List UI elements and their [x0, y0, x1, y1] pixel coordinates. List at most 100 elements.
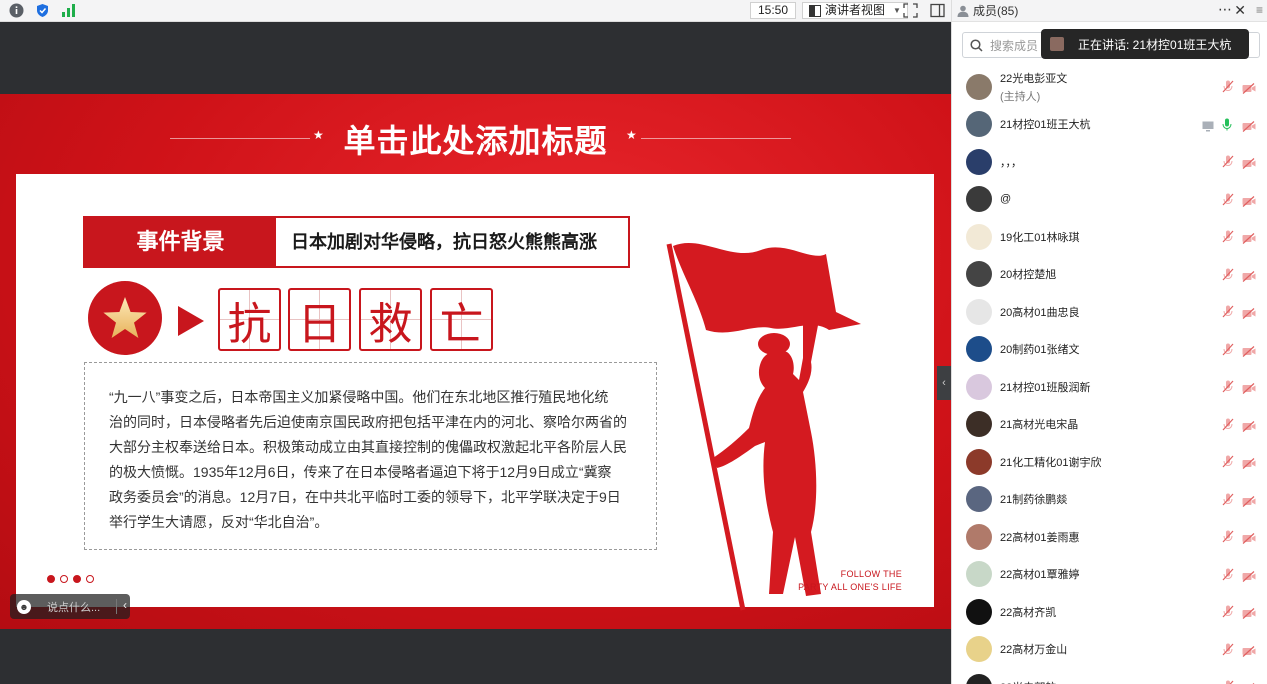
slide-title[interactable]: 单击此处添加标题 [0, 116, 951, 162]
member-row[interactable]: 22高材齐凯 [952, 593, 1267, 631]
emoji-icon[interactable]: ☻ [17, 599, 31, 614]
chevron-left-icon: ‹ [942, 377, 946, 389]
avatar [966, 448, 992, 475]
member-name-text: 21高材光电宋晶 [1000, 419, 1079, 432]
member-name-text: 22高材01姜雨惠 [1000, 531, 1080, 544]
signal-strength-icon[interactable] [61, 3, 76, 18]
pagination-dot[interactable] [60, 575, 68, 583]
pagination-dot[interactable] [47, 575, 55, 583]
member-name-text: 19化工01林咏琪 [1000, 231, 1080, 244]
camera-off-icon[interactable] [1242, 381, 1256, 399]
more-options-icon[interactable]: ⋯ [1218, 1, 1232, 18]
member-name: 22高材齐凯 [1000, 604, 1056, 620]
microphone-muted-icon[interactable] [1222, 155, 1234, 173]
microphone-muted-icon[interactable] [1222, 343, 1234, 361]
collapse-panel-button[interactable]: ‹ [937, 366, 951, 400]
avatar [966, 186, 992, 213]
body-line: 举行学生大请愿，反对“华北自治”。 [109, 514, 329, 530]
member-row[interactable]: 22高材01姜雨惠 [952, 518, 1267, 556]
camera-off-icon[interactable] [1242, 644, 1256, 662]
chat-input[interactable]: ☻ 说点什么... ‹ [10, 594, 130, 619]
avatar [966, 73, 992, 100]
member-row[interactable]: 22光电彭亚文 (主持人) [952, 68, 1267, 106]
member-name-text: 22高材万金山 [1000, 644, 1068, 657]
microphone-muted-icon[interactable] [1222, 530, 1234, 548]
microphone-muted-icon[interactable] [1222, 380, 1234, 398]
sidebar-toggle-icon[interactable] [930, 3, 945, 18]
microphone-on-icon[interactable] [1222, 118, 1232, 136]
camera-off-icon[interactable] [1242, 569, 1256, 587]
microphone-muted-icon[interactable] [1222, 268, 1234, 286]
member-list: 22光电彭亚文 (主持人) 21材控01班王大杭 ，，， @19化工01林咏琪 20材控楚… [952, 68, 1267, 684]
microphone-muted-icon[interactable] [1222, 193, 1234, 211]
camera-off-icon[interactable] [1242, 531, 1256, 549]
camera-off-icon[interactable] [1242, 156, 1256, 174]
member-row[interactable]: 21材控01班殷润新 [952, 368, 1267, 406]
member-name: 22高材01覃雅婷 [1000, 566, 1079, 582]
star-badge-icon [88, 281, 162, 355]
member-row[interactable]: 21高材光电宋晶 [952, 406, 1267, 444]
slogan-char-4: 亡 [430, 288, 493, 351]
layout-icon [809, 4, 821, 17]
member-name-text: 21材控01班殷润新 [1000, 381, 1091, 394]
view-mode-dropdown[interactable]: 演讲者视图 ▼ [802, 2, 908, 19]
member-row[interactable]: 20材控楚旭 [952, 256, 1267, 294]
body-line: “九一八”事变之后，日本帝国主义加紧侵略中国。他们在东北地区推行殖民地化统 [109, 389, 609, 405]
microphone-muted-icon[interactable] [1222, 455, 1234, 473]
camera-off-icon[interactable] [1242, 456, 1256, 474]
footer-line-1: FOLLOW THE [840, 569, 902, 579]
camera-off-icon[interactable] [1242, 494, 1256, 512]
camera-off-icon[interactable] [1242, 269, 1256, 287]
app-window: 15:50 演讲者视图 ▼ ★ 单击此处添加标题 ★ 事件背景 日本加剧对华侵略… [0, 0, 1267, 684]
member-row[interactable]: 19化工01林咏琪 [952, 218, 1267, 256]
avatar [966, 336, 992, 363]
microphone-muted-icon[interactable] [1222, 230, 1234, 248]
pagination-dot[interactable] [73, 575, 81, 583]
microphone-muted-icon[interactable] [1222, 80, 1234, 98]
camera-off-icon[interactable] [1242, 306, 1256, 324]
member-row[interactable]: 20制药01张绪文 [952, 331, 1267, 369]
microphone-muted-icon[interactable] [1222, 643, 1234, 661]
member-row[interactable]: 21化工精化01谢宇欣 [952, 443, 1267, 481]
event-background-banner: 事件背景 日本加剧对华侵略，抗日怒火熊熊高涨 [83, 216, 630, 268]
camera-off-icon[interactable] [1242, 344, 1256, 362]
member-row[interactable]: ，，， [952, 143, 1267, 181]
info-icon[interactable] [9, 3, 24, 18]
presentation-slide: ★ 单击此处添加标题 ★ 事件背景 日本加剧对华侵略，抗日怒火熊熊高涨 抗 日 [0, 94, 951, 629]
microphone-muted-icon[interactable] [1222, 680, 1234, 684]
member-row[interactable]: 21材控01班王大杭 [952, 106, 1267, 144]
member-row[interactable]: @ [952, 181, 1267, 219]
member-name: 21材控01班王大杭 [1000, 116, 1090, 132]
camera-off-icon[interactable] [1242, 419, 1256, 437]
fullscreen-icon[interactable] [903, 3, 918, 18]
search-icon [970, 38, 983, 52]
member-name-text: 20高材01曲忠良 [1000, 306, 1080, 319]
microphone-muted-icon[interactable] [1222, 305, 1234, 323]
chat-placeholder: 说点什么... [47, 601, 101, 614]
microphone-muted-icon[interactable] [1222, 605, 1234, 623]
member-row[interactable]: 22高材万金山 [952, 631, 1267, 669]
member-row[interactable]: 22高材01覃雅婷 [952, 556, 1267, 594]
camera-off-icon[interactable] [1242, 81, 1256, 99]
member-row[interactable]: 22光电郭航 [952, 668, 1267, 684]
microphone-muted-icon[interactable] [1222, 568, 1234, 586]
shield-icon[interactable] [35, 3, 50, 18]
member-name-text: 21制药徐鹏燚 [1000, 494, 1068, 507]
camera-off-icon[interactable] [1242, 231, 1256, 249]
member-row[interactable]: 21制药徐鹏燚 [952, 481, 1267, 519]
avatar [966, 561, 992, 588]
star-icon: ★ [626, 128, 637, 142]
member-row[interactable]: 20高材01曲忠良 [952, 293, 1267, 331]
menu-icon[interactable]: ≡ [1256, 3, 1263, 17]
member-name: 21化工精化01谢宇欣 [1000, 454, 1101, 470]
microphone-muted-icon[interactable] [1222, 493, 1234, 511]
camera-off-icon[interactable] [1242, 606, 1256, 624]
slogan-char-2: 日 [288, 288, 351, 351]
close-icon[interactable]: ✕ [1234, 2, 1246, 19]
chevron-left-icon[interactable]: ‹ [123, 598, 127, 612]
camera-off-icon[interactable] [1242, 194, 1256, 212]
pagination-dot[interactable] [86, 575, 94, 583]
member-name-text: 22高材齐凯 [1000, 606, 1057, 619]
microphone-muted-icon[interactable] [1222, 418, 1234, 436]
camera-off-icon[interactable] [1242, 119, 1256, 137]
